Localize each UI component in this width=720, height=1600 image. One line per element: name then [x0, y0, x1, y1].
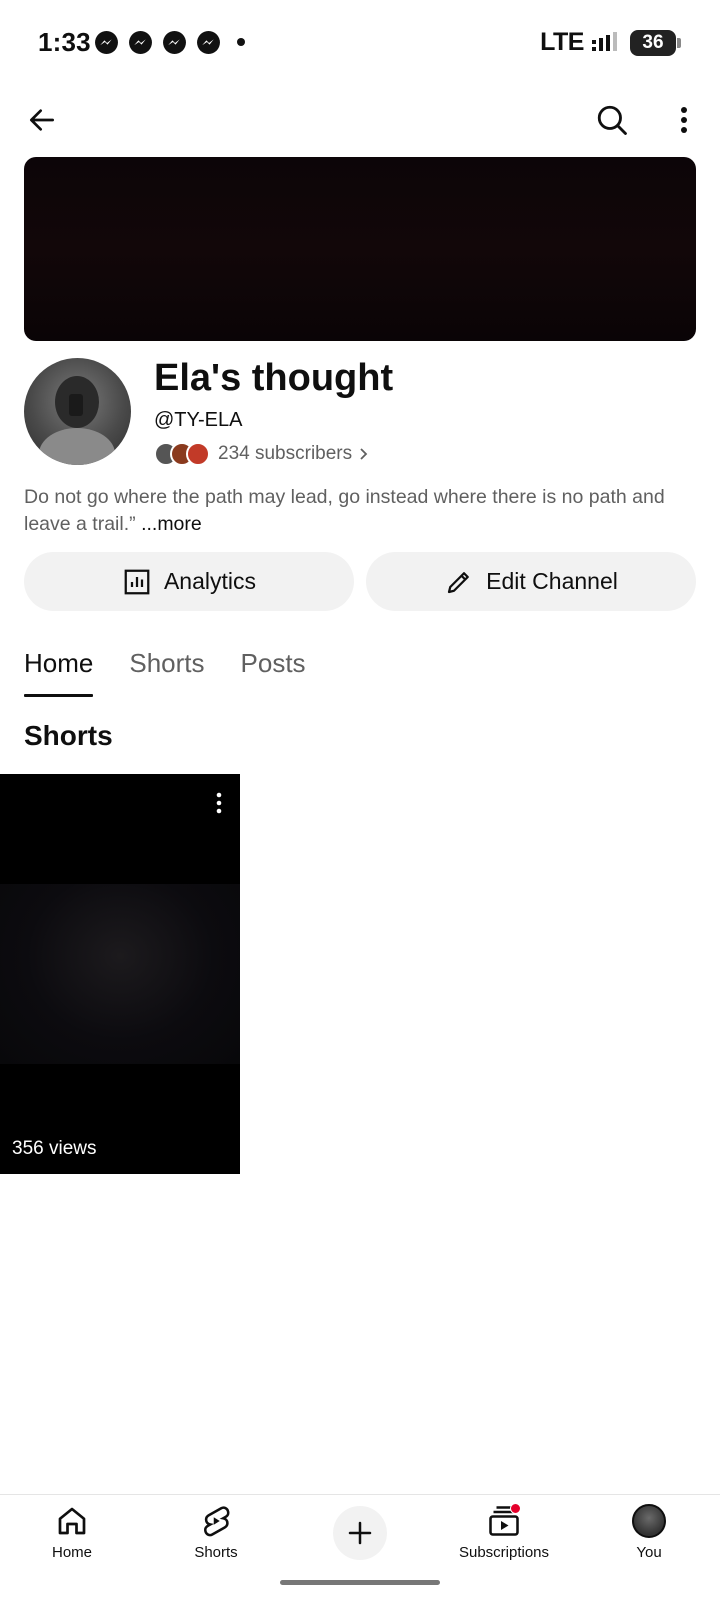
- status-time: 1:33: [38, 27, 91, 57]
- short-views: 356 views: [12, 1138, 97, 1159]
- status-right: LTE 36: [540, 28, 681, 57]
- more-options-button[interactable]: [660, 96, 708, 144]
- you-avatar: [632, 1504, 666, 1538]
- chevron-right-icon: [360, 448, 368, 460]
- channel-name: Ela's thought: [154, 357, 394, 399]
- tab-shorts[interactable]: Shorts: [129, 648, 204, 697]
- short-thumbnail: [0, 884, 240, 1064]
- top-app-bar: [0, 92, 720, 148]
- search-button[interactable]: [588, 96, 636, 144]
- subscribers-row[interactable]: 234 subscribers: [154, 440, 370, 468]
- analytics-label: Analytics: [163, 568, 257, 594]
- network-label: LTE: [540, 28, 584, 56]
- battery-icon: 36: [630, 29, 681, 56]
- notification-dot: [510, 1503, 521, 1514]
- subscriber-avatar: [186, 442, 210, 466]
- edit-channel-button[interactable]: Edit Channel: [366, 552, 696, 611]
- short-more-button[interactable]: [204, 788, 234, 818]
- channel-handle: @TY-ELA: [154, 409, 243, 431]
- nav-home-label: Home: [51, 1544, 92, 1561]
- analytics-icon: [124, 569, 150, 594]
- channel-description[interactable]: Do not go where the path may lead, go in…: [24, 484, 704, 538]
- tab-posts[interactable]: Posts: [241, 648, 306, 697]
- notification-icons: [94, 30, 221, 55]
- nav-subscriptions[interactable]: Subscriptions: [449, 1501, 559, 1561]
- shorts-icon: [203, 1506, 230, 1537]
- plus-icon: [348, 1521, 372, 1545]
- messenger-icon: [129, 31, 152, 54]
- more-link[interactable]: ...more: [141, 513, 202, 535]
- channel-banner[interactable]: [24, 157, 696, 341]
- subscriber-count: 234 subscribers: [218, 443, 353, 464]
- tab-home[interactable]: Home: [24, 648, 94, 697]
- edit-channel-label: Edit Channel: [486, 568, 618, 594]
- more-vertical-icon: [681, 107, 687, 133]
- nav-home[interactable]: Home: [17, 1501, 127, 1561]
- nav-you-label: You: [636, 1544, 662, 1561]
- subscriber-avatars: [154, 442, 210, 466]
- channel-tabs: Home Shorts Posts: [24, 648, 306, 697]
- battery-level: 36: [642, 31, 664, 53]
- analytics-button[interactable]: Analytics: [24, 552, 354, 611]
- back-arrow-icon: [30, 109, 54, 131]
- channel-avatar[interactable]: [24, 358, 131, 465]
- short-card[interactable]: 356 views: [0, 774, 240, 1174]
- section-title: Shorts: [24, 720, 113, 751]
- more-vertical-icon: [216, 792, 222, 814]
- pencil-icon: [448, 571, 470, 593]
- search-icon: [597, 105, 627, 135]
- back-button[interactable]: [18, 96, 66, 144]
- messenger-icon: [95, 31, 118, 54]
- messenger-icon: [163, 31, 186, 54]
- messenger-icon: [197, 31, 220, 54]
- nav-you[interactable]: You: [594, 1501, 704, 1561]
- description-text: Do not go where the path may lead, go in…: [24, 486, 665, 535]
- status-bar: 1:33 LTE 36: [0, 0, 720, 84]
- signal-icon: [592, 31, 617, 51]
- nav-shorts[interactable]: Shorts: [161, 1501, 271, 1561]
- avatar-image: [39, 376, 115, 465]
- nav-subscriptions-label: Subscriptions: [458, 1544, 550, 1561]
- nav-shorts-label: Shorts: [194, 1544, 238, 1561]
- home-icon: [58, 1507, 86, 1535]
- create-button[interactable]: [333, 1506, 387, 1560]
- gesture-bar[interactable]: [280, 1580, 440, 1585]
- more-notifications-dot: [237, 38, 245, 46]
